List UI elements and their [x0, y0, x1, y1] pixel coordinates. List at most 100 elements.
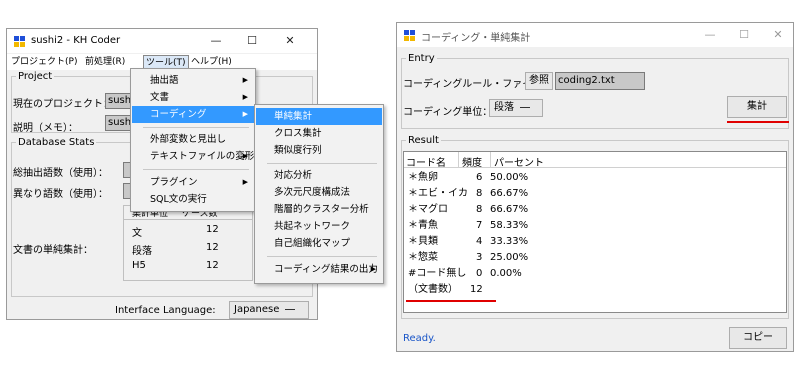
menu-item-text-transform[interactable]: テキストファイルの変形 ▶	[132, 148, 254, 165]
submenu-arrow-icon: ▶	[242, 152, 248, 160]
cell-freq: 8	[476, 204, 483, 215]
window-title: コーディング・単純集計	[421, 33, 531, 44]
cell-code: （文書数）	[408, 284, 458, 295]
header-code-name[interactable]: コード名	[406, 154, 446, 169]
header-divider	[490, 152, 491, 168]
header-frequency[interactable]: 頻度	[462, 154, 482, 169]
submenu-item-simple-tabulation[interactable]: 単純集計	[256, 108, 382, 125]
cell-count: 12	[206, 242, 219, 253]
menu-help[interactable]: ヘルプ(H)	[189, 55, 234, 69]
cell-code: #コード無し	[408, 268, 467, 279]
coding-unit-dropdown[interactable]: 段落	[489, 99, 543, 117]
menu-item-words[interactable]: 抽出語 ▶	[132, 72, 254, 89]
tools-menu: 抽出語 ▶ 文書 ▶ コーディング ▶ 外部変数と見出し テキストファイルの変形 ▶ プ…	[130, 68, 256, 212]
menu-tools[interactable]: ツール(T)	[143, 55, 189, 69]
menu-item-coding[interactable]: コーディング ▶	[132, 106, 254, 123]
header-percent[interactable]: パーセント	[494, 154, 544, 169]
submenu-arrow-icon: ▶	[242, 110, 248, 118]
submenu-arrow-icon: ▶	[242, 93, 248, 101]
cell-code: ＊惣菜	[408, 252, 438, 263]
menu-project[interactable]: プロジェクト(P)	[9, 55, 79, 69]
cell-pct: 58.33%	[490, 220, 529, 231]
total-words-label: 総抽出語数（使用）：	[13, 168, 108, 179]
menu-item-plugins[interactable]: プラグイン ▶	[132, 174, 254, 191]
interface-language-dropdown[interactable]: Japanese	[229, 301, 309, 319]
coding-unit-value: 段落	[494, 102, 514, 113]
current-project-label: 現在のプロジェクト：	[13, 99, 113, 110]
project-legend: Project	[18, 71, 53, 82]
menu-item-sql[interactable]: SQL文の実行	[132, 191, 254, 208]
title-bar[interactable]: sushi2 - KH Coder — ☐ ✕	[7, 29, 317, 53]
kh-coder-logo-icon	[404, 30, 416, 42]
table-row: 段落 12	[124, 242, 252, 258]
submenu-item-cooccurrence[interactable]: 共起ネットワーク	[256, 218, 382, 235]
menu-separator	[143, 127, 249, 128]
interface-language-label: Interface Language:	[115, 305, 216, 316]
submenu-item-mds[interactable]: 多次元尺度構成法	[256, 184, 382, 201]
run-tabulation-button[interactable]: 集計	[727, 96, 787, 118]
table-row: 文 12	[124, 224, 252, 240]
cell-count: 12	[206, 260, 219, 271]
table-row: H5 12	[124, 260, 252, 276]
result-list[interactable]: コード名 頻度 パーセント ＊魚卵 6 50.00% ＊エビ・イカ 8 66.6…	[403, 151, 787, 313]
menu-preprocess[interactable]: 前処理(R)	[83, 55, 127, 69]
menu-item-documents[interactable]: 文書 ▶	[132, 89, 254, 106]
status-text: Ready.	[403, 333, 436, 344]
submenu-arrow-icon: ▶	[242, 76, 248, 84]
stats-legend: Database Stats	[18, 137, 95, 148]
cell-code: ＊魚卵	[408, 172, 438, 183]
menu-separator	[267, 163, 377, 164]
cell-code: ＊青魚	[408, 220, 438, 231]
submenu-item-similarity-matrix[interactable]: 類似度行列	[256, 142, 382, 159]
memo-label: 説明（メモ）：	[13, 123, 78, 134]
menu-separator	[143, 169, 249, 170]
cell-pct: 66.67%	[490, 188, 529, 199]
result-header-row: コード名 頻度 パーセント	[404, 152, 786, 169]
cell-code: ＊エビ・イカ	[408, 188, 468, 199]
result-legend: Result	[408, 135, 439, 146]
cell-freq: 4	[476, 236, 483, 247]
dropdown-indicator-icon	[520, 106, 530, 108]
submenu-arrow-icon: ▶	[370, 265, 376, 273]
cell-unit: H5	[132, 260, 146, 271]
maximize-button[interactable]: ☐	[239, 32, 265, 50]
submenu-arrow-icon: ▶	[242, 178, 248, 186]
window-title: sushi2 - KH Coder	[31, 35, 121, 46]
close-button[interactable]: ✕	[765, 26, 791, 44]
cell-freq: 3	[476, 252, 483, 263]
browse-button[interactable]: 参照	[525, 72, 553, 90]
submenu-item-cross-tabulation[interactable]: クロス集計	[256, 125, 382, 142]
doc-summary-label: 文書の単純集計：	[13, 245, 93, 256]
cell-pct: 25.00%	[490, 252, 529, 263]
copy-button[interactable]: コピー	[729, 327, 787, 349]
cell-freq: 0	[476, 268, 483, 279]
minimize-button[interactable]: —	[697, 26, 723, 44]
cell-freq: 8	[476, 188, 483, 199]
cell-freq: 7	[476, 220, 483, 231]
submenu-item-som[interactable]: 自己組織化マップ	[256, 235, 382, 252]
cell-unit: 段落	[132, 246, 152, 257]
coding-unit-label: コーディング単位：	[403, 107, 493, 118]
cell-count: 12	[206, 224, 219, 235]
doc-summary-table: 集計単位 ケース数 文 12 段落 12 H5 12	[123, 205, 253, 281]
distinct-words-label: 異なり語数（使用）：	[13, 189, 108, 200]
cell-pct: 50.00%	[490, 172, 529, 183]
menu-item-external-vars[interactable]: 外部変数と見出し	[132, 131, 254, 148]
cell-unit: 文	[132, 228, 142, 239]
cell-freq: 6	[476, 172, 483, 183]
annotation-underline	[727, 121, 789, 123]
interface-language-value: Japanese	[234, 304, 280, 315]
cell-code: ＊マグロ	[408, 204, 448, 215]
close-button[interactable]: ✕	[277, 32, 303, 50]
submenu-item-export-coding[interactable]: コーディング結果の出力 ▶	[256, 261, 382, 278]
cell-pct: 33.33%	[490, 236, 529, 247]
entry-legend: Entry	[408, 53, 435, 64]
cell-pct: 66.67%	[490, 204, 529, 215]
coding-rule-file-field[interactable]: coding2.txt	[555, 72, 645, 90]
submenu-item-cluster[interactable]: 階層的クラスター分析	[256, 201, 382, 218]
maximize-button[interactable]: ☐	[731, 26, 757, 44]
kh-coder-logo-icon	[14, 36, 26, 48]
minimize-button[interactable]: —	[203, 32, 229, 50]
title-bar[interactable]: コーディング・単純集計 — ☐ ✕	[397, 23, 793, 47]
submenu-item-correspondence[interactable]: 対応分析	[256, 167, 382, 184]
